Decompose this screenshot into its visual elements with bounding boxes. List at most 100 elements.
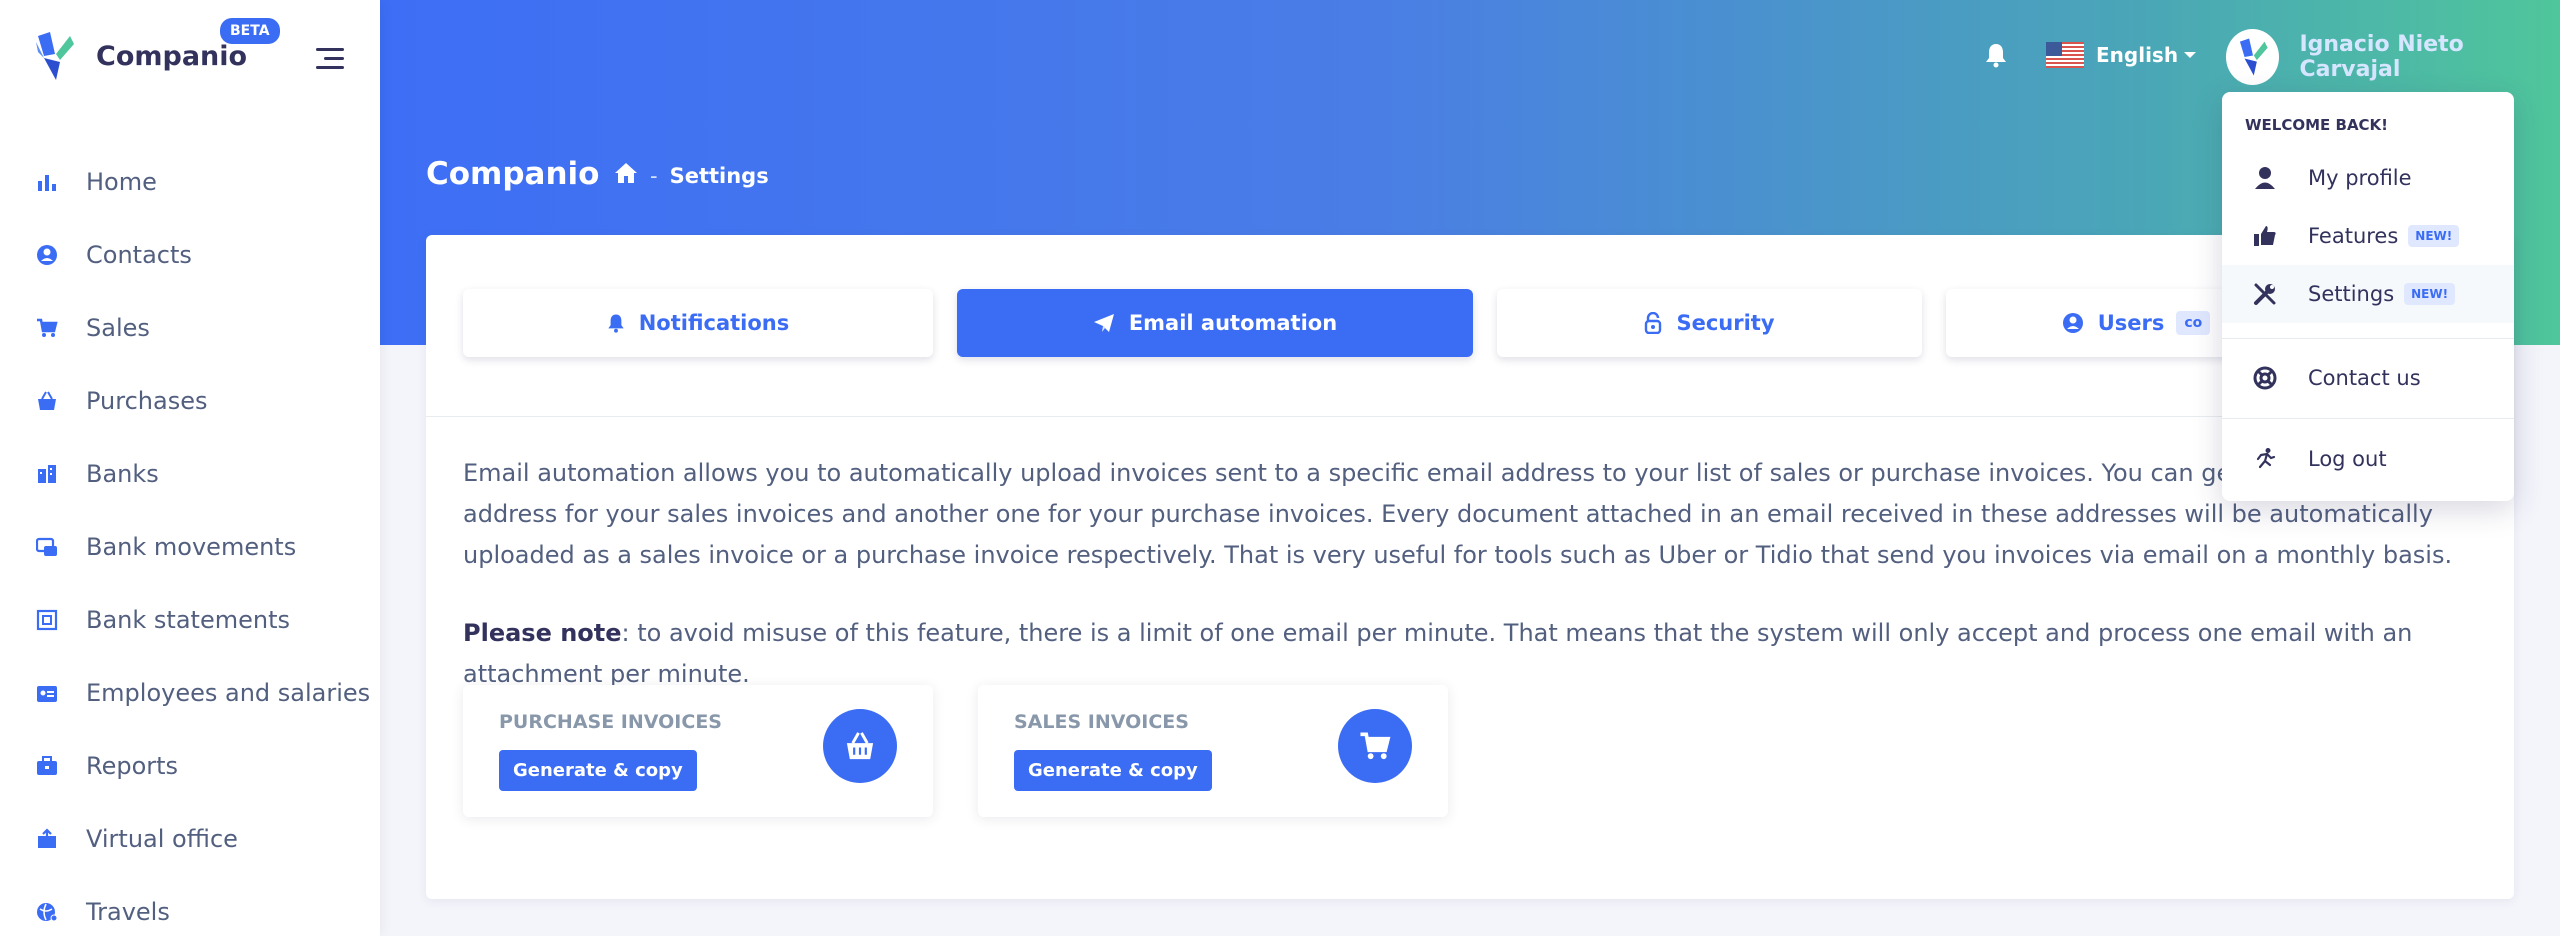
menu-toggle-icon[interactable] xyxy=(316,48,344,70)
sidebar-item-employees[interactable]: Employees and salaries xyxy=(0,656,380,729)
paper-plane-icon xyxy=(1093,313,1115,333)
sidebar-item-label: Virtual office xyxy=(86,824,238,853)
bell-icon[interactable] xyxy=(1985,42,2007,72)
cart-icon xyxy=(36,317,58,339)
dropdown-item-settings[interactable]: Settings NEW! xyxy=(2222,265,2514,323)
dropdown-item-label: Contact us xyxy=(2308,366,2421,390)
sidebar-item-bank-movements[interactable]: Bank movements xyxy=(0,510,380,583)
user-dropdown-menu: WELCOME BACK! My profile Features NEW! S… xyxy=(2222,92,2514,501)
brand-name: Companio xyxy=(96,40,248,72)
sidebar-item-bank-statements[interactable]: Bank statements xyxy=(0,583,380,656)
note-text: : to avoid misuse of this feature, there… xyxy=(463,619,2413,688)
dropdown-item-features[interactable]: Features NEW! xyxy=(2222,207,2514,265)
sidebar-item-label: Home xyxy=(86,167,157,196)
companio-logo-icon xyxy=(36,32,74,80)
sidebar-item-contacts[interactable]: Contacts xyxy=(0,218,380,291)
sidebar-item-reports[interactable]: Reports xyxy=(0,729,380,802)
sidebar-item-label: Bank statements xyxy=(86,605,290,634)
office-box-icon xyxy=(36,827,58,850)
breadcrumb-current: Settings xyxy=(669,163,769,188)
id-badge-icon xyxy=(36,682,58,704)
tab-label: Notifications xyxy=(638,311,790,335)
settings-card: Notifications Email automation Security … xyxy=(426,235,2514,899)
user-circle-icon xyxy=(36,244,58,266)
dropdown-item-label: Features xyxy=(2308,224,2399,248)
sidebar-item-label: Sales xyxy=(86,313,150,342)
sidebar-item-label: Contacts xyxy=(86,240,192,269)
chevron-down-icon xyxy=(2184,52,2197,58)
usage-note: Please note: to avoid misuse of this fea… xyxy=(463,613,2483,695)
briefcase-icon xyxy=(36,755,58,777)
bank-icon xyxy=(36,463,58,485)
note-label: Please note xyxy=(463,619,622,647)
sidebar-item-label: Purchases xyxy=(86,386,208,415)
bar-chart-icon xyxy=(36,171,58,193)
tab-label: Users xyxy=(2097,311,2165,335)
dropdown-item-my-profile[interactable]: My profile xyxy=(2222,149,2514,207)
dropdown-item-label: Log out xyxy=(2308,447,2387,471)
sales-invoices-card: SALES INVOICES Generate & copy xyxy=(978,685,1448,817)
page-title: Companio xyxy=(426,156,600,192)
dropdown-item-log-out[interactable]: Log out xyxy=(2222,430,2514,488)
sidebar-item-label: Banks xyxy=(86,459,159,488)
dropdown-item-contact-us[interactable]: Contact us xyxy=(2222,349,2514,407)
sidebar-item-travels[interactable]: Travels xyxy=(0,875,380,936)
tabs-bar: Notifications Email automation Security … xyxy=(426,235,2514,417)
user-menu[interactable]: Ignacio Nieto Carvajal xyxy=(2226,29,2560,85)
language-selector[interactable]: English xyxy=(2046,42,2197,68)
email-automation-description: Email automation allows you to automatic… xyxy=(463,459,2453,569)
home-icon[interactable] xyxy=(614,162,638,189)
sidebar-item-label: Employees and salaries xyxy=(86,678,371,707)
dropdown-header: WELCOME BACK! xyxy=(2245,116,2389,134)
sidebar-item-label: Bank movements xyxy=(86,532,297,561)
dropdown-item-label: Settings xyxy=(2308,282,2395,306)
basket-icon xyxy=(823,709,897,783)
globe-icon xyxy=(36,901,58,923)
beta-badge: BETA xyxy=(220,18,280,44)
avatar xyxy=(2226,29,2280,85)
dropdown-divider xyxy=(2222,418,2514,419)
sidebar-nav: Home Contacts Sales Purchases Banks Bank… xyxy=(0,145,380,936)
lock-icon xyxy=(1644,312,1662,334)
language-label: English xyxy=(2096,43,2179,67)
tab-notifications[interactable]: Notifications xyxy=(463,289,933,357)
tools-icon xyxy=(2252,281,2278,307)
tab-email-automation[interactable]: Email automation xyxy=(957,289,1473,357)
user-circle-icon xyxy=(2062,312,2084,334)
breadcrumb-separator: - xyxy=(650,163,658,188)
thumbs-up-icon xyxy=(2252,223,2278,249)
cart-icon xyxy=(1338,709,1412,783)
new-badge: NEW! xyxy=(2404,283,2456,305)
companio-logo-icon xyxy=(2239,38,2268,76)
sales-invoices-title: SALES INVOICES xyxy=(1014,711,1189,733)
sidebar-item-label: Travels xyxy=(86,897,170,926)
lifebuoy-icon xyxy=(2252,365,2278,391)
dropdown-item-label: My profile xyxy=(2308,166,2412,190)
statement-icon xyxy=(36,609,58,631)
sidebar-item-banks[interactable]: Banks xyxy=(0,437,380,510)
user-icon xyxy=(2252,165,2278,191)
sidebar-item-sales[interactable]: Sales xyxy=(0,291,380,364)
tab-security[interactable]: Security xyxy=(1497,289,1922,357)
sidebar-item-label: Reports xyxy=(86,751,179,780)
sidebar-item-purchases[interactable]: Purchases xyxy=(0,364,380,437)
sales-generate-copy-button[interactable]: Generate & copy xyxy=(1014,750,1212,791)
us-flag-icon xyxy=(2046,42,2084,68)
user-name: Ignacio Nieto Carvajal xyxy=(2299,32,2464,82)
purchase-invoices-card: PURCHASE INVOICES Generate & copy xyxy=(463,685,933,817)
sidebar: Companio BETA Home Contacts Sales Purcha… xyxy=(0,0,380,936)
brand[interactable]: Companio xyxy=(34,30,247,82)
new-badge: NEW! xyxy=(2408,225,2460,247)
tab-label: Email automation xyxy=(1128,311,1338,335)
sidebar-item-home[interactable]: Home xyxy=(0,145,380,218)
dropdown-divider xyxy=(2222,338,2514,339)
sidebar-item-virtual-office[interactable]: Virtual office xyxy=(0,802,380,875)
running-icon xyxy=(2252,446,2278,472)
tab-label: Security xyxy=(1676,311,1775,335)
coming-soon-badge: co xyxy=(2176,311,2211,335)
purchase-invoices-title: PURCHASE INVOICES xyxy=(499,711,722,733)
basket-icon xyxy=(36,390,58,412)
bell-icon xyxy=(607,313,625,333)
purchase-generate-copy-button[interactable]: Generate & copy xyxy=(499,750,697,791)
transfer-icon xyxy=(36,536,58,558)
